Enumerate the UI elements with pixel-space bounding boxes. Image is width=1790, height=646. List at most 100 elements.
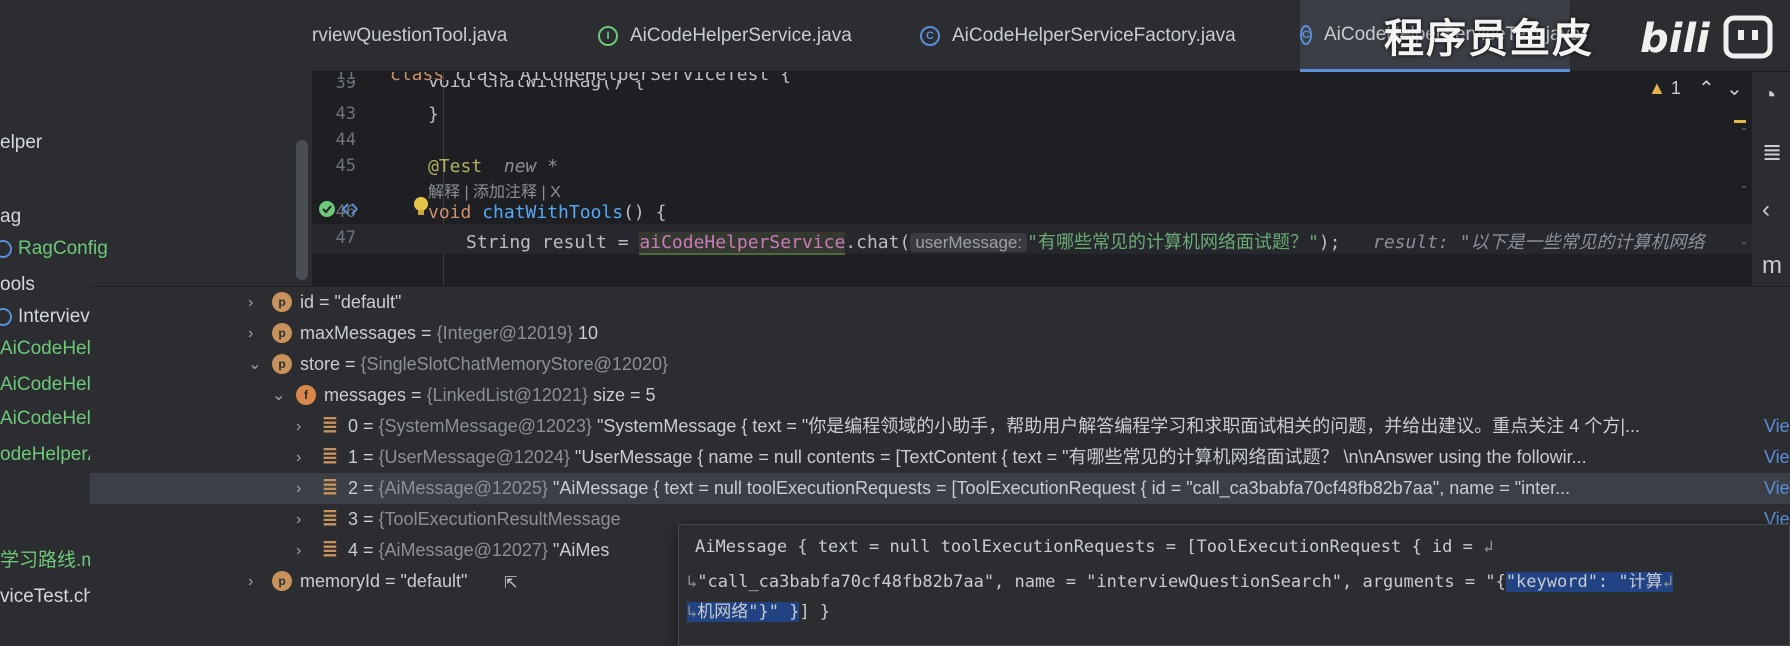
variable-row[interactable]: › p id = "default"	[90, 287, 1790, 318]
variable-name: 3	[348, 509, 359, 529]
code-with-me-icon[interactable]: ‹	[1762, 196, 1770, 224]
collapse-arrow-icon[interactable]: ⌄	[248, 349, 261, 380]
project-tree-item-label: viceTest.ch	[0, 586, 94, 607]
soft-wrap-icon: ↲	[1483, 537, 1494, 557]
variable-row[interactable]: › ≣ 0 = {SystemMessage@12023} "SystemMessa…	[90, 411, 1790, 442]
void-keyword: void	[428, 202, 472, 223]
variable-text: 4 = {AiMessage@12027} "AiMes	[348, 535, 609, 566]
database-icon[interactable]: ≣	[1762, 138, 1782, 167]
editor-tab[interactable]: rviewQuestionTool.java	[312, 0, 598, 72]
codelens-actions[interactable]: 解释 | 添加注释 | X	[428, 178, 561, 202]
maven-icon[interactable]: m	[1762, 252, 1782, 280]
expand-arrow-icon[interactable]: ›	[296, 535, 301, 566]
inline-value-label: result:	[1373, 232, 1449, 253]
editor-tab[interactable]: I AiCodeHelperService.java	[598, 0, 920, 72]
warning-count: 1	[1670, 78, 1681, 98]
variable-type: {LinkedList@12021}	[426, 385, 588, 405]
project-tree-item[interactable]: Interviev	[0, 302, 90, 332]
next-highlight-icon[interactable]: ⌄	[1726, 76, 1743, 101]
debug-nav-icon[interactable]	[340, 200, 360, 218]
expand-arrow-icon[interactable]: ›	[248, 318, 253, 349]
editor-tab-label: AiCodeHelperService.java	[630, 25, 852, 46]
editor-tab[interactable]: C AiCodeHelperServiceFactory.java	[920, 0, 1300, 72]
user-message-arg: "有哪些常见的计算机网络面试题？"	[1027, 232, 1319, 253]
tooltip-text-3: ] }	[799, 602, 831, 622]
variable-row[interactable]: › ≣ 2 = {AiMessage@12025} "AiMessage { tex…	[90, 473, 1790, 504]
chat-call: .chat(	[845, 232, 911, 253]
project-tree-item[interactable]: AiCodeHelp	[0, 404, 101, 434]
expand-arrow-icon[interactable]: ›	[296, 411, 301, 442]
project-tree-item[interactable]: elper	[0, 128, 42, 158]
variable-eq: =	[358, 540, 379, 560]
project-tree-item-label: odeHelperA	[0, 444, 101, 465]
view-value-link[interactable]: Vie	[1764, 473, 1790, 504]
variable-row[interactable]: ⌄ f messages = {LinkedList@12021} size = 5	[90, 380, 1790, 411]
tooltip-text-2: "call_ca3babfa70cf48fb82b7aa", name = "i…	[697, 572, 1506, 592]
variable-name: 4	[348, 540, 359, 560]
param-hint: userMessage:	[910, 233, 1028, 252]
variable-text: store = {SingleSlotChatMemoryStore@12020…	[300, 349, 668, 380]
notifications-icon[interactable]: ◔	[1762, 82, 1777, 110]
variable-type: {Integer@12019}	[436, 323, 573, 343]
code-editor[interactable]: 11 class class AiCodeHelperServiceTest {…	[312, 72, 1752, 286]
error-stripe-mark[interactable]	[1734, 120, 1746, 123]
code-line-43: }	[428, 104, 439, 125]
variable-value: 10	[572, 323, 598, 343]
expand-arrow-icon[interactable]: ›	[296, 504, 301, 535]
variable-value: "AiMes	[547, 540, 610, 560]
expand-arrow-icon[interactable]: ›	[248, 566, 253, 597]
error-stripe-mark[interactable]	[1742, 128, 1746, 130]
variable-text: 1 = {UserMessage@12024} "UserMessage { n…	[348, 442, 1587, 473]
variable-row[interactable]: › p maxMessages = {Integer@12019} 10	[90, 318, 1790, 349]
line-number: 39	[335, 80, 356, 90]
run-test-icon[interactable]	[318, 200, 336, 218]
variable-text: 3 = {ToolExecutionResultMessage	[348, 504, 621, 535]
code-line-47: String result = aiCodeHelperService.chat…	[466, 228, 1705, 255]
variable-value: "UserMessage { name = null contents = [T…	[569, 447, 1587, 467]
project-tree-item[interactable]: AiCodeHelp	[0, 370, 101, 400]
project-tree-item[interactable]: ag	[0, 202, 21, 232]
view-value-link[interactable]: Vie	[1764, 442, 1790, 473]
tooltip-line-3: ↳机网络"}" }] }	[687, 597, 830, 622]
project-tree-item[interactable]: odeHelperA	[0, 440, 100, 470]
result-decl: String result =	[466, 232, 640, 253]
variable-name: memoryId	[300, 571, 381, 591]
list-element-icon: ≣	[321, 507, 339, 529]
mouse-cursor-icon: ⇱	[504, 575, 518, 592]
variable-name: store	[300, 354, 341, 374]
line-number: 45	[335, 156, 356, 176]
project-tree-item[interactable]: AiCodeHelp	[0, 334, 101, 364]
variable-eq: =	[358, 478, 379, 498]
variable-eq: =	[380, 571, 401, 591]
variable-type: {ToolExecutionResultMessage	[378, 509, 621, 529]
variable-eq: =	[358, 447, 379, 467]
tooltip-line-1: AiMessage { text = null toolExecutionReq…	[695, 537, 1493, 557]
variable-row[interactable]: › ≣ 1 = {UserMessage@12024} "UserMessage {…	[90, 442, 1790, 473]
variable-name: 0	[348, 416, 359, 436]
variable-eq: =	[406, 385, 427, 405]
project-tree-item[interactable]: viceTest.ch	[0, 582, 94, 612]
variable-value: "default"	[334, 292, 402, 312]
expand-arrow-icon[interactable]: ›	[296, 473, 301, 504]
variable-row[interactable]: ⌄ p store = {SingleSlotChatMemoryStore@120…	[90, 349, 1790, 380]
tooltip-text-1: AiMessage { text = null toolExecutionReq…	[695, 537, 1484, 557]
expand-arrow-icon[interactable]: ›	[248, 287, 253, 318]
view-value-link[interactable]: Vie	[1764, 411, 1790, 442]
project-tree-item-label: RagConfig	[18, 238, 108, 259]
svg-text:bili: bili	[1640, 16, 1711, 62]
variable-text: 2 = {AiMessage@12025} "AiMessage { text …	[348, 473, 1570, 504]
variable-name: 2	[348, 478, 359, 498]
project-scrollbar[interactable]	[296, 140, 308, 280]
variable-text: id = "default"	[300, 287, 401, 318]
prev-highlight-icon[interactable]: ⌃	[1698, 76, 1715, 101]
project-tree-item[interactable]: ools	[0, 270, 35, 300]
warning-indicator[interactable]: ▲ 1	[1648, 78, 1681, 99]
error-stripe-mark[interactable]	[1742, 242, 1746, 244]
expand-arrow-icon[interactable]: ›	[296, 442, 301, 473]
error-stripe-mark[interactable]	[1742, 186, 1746, 188]
collapse-arrow-icon[interactable]: ⌄	[272, 380, 285, 411]
variable-eq: =	[340, 354, 361, 374]
list-element-icon: ≣	[321, 476, 339, 498]
value-tooltip[interactable]: AiMessage { text = null toolExecutionReq…	[678, 524, 1790, 646]
project-tree-item[interactable]: RagConfig	[0, 234, 108, 264]
